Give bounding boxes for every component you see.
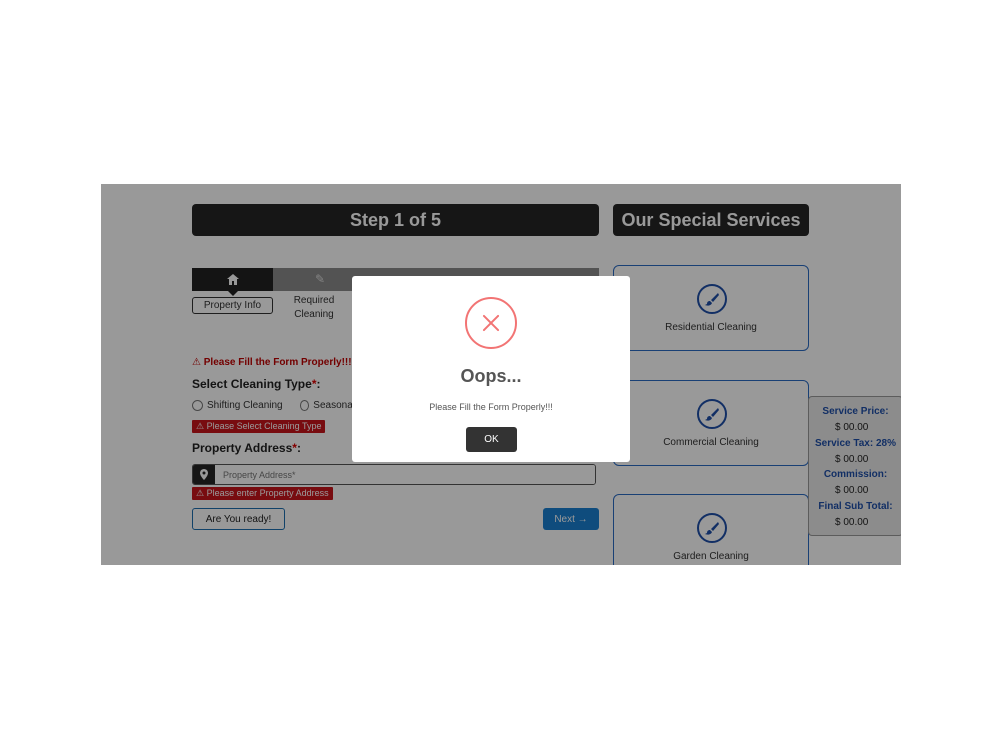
dialog-message: Please Fill the Form Properly!!!: [429, 402, 553, 412]
dialog-title: Oops...: [460, 366, 522, 386]
error-dialog: Oops... Please Fill the Form Properly!!!…: [352, 276, 630, 462]
ok-button[interactable]: OK: [466, 427, 517, 452]
error-x-icon: [465, 297, 517, 349]
browser-viewport: Step 1 of 5 Our Special Services ✎ Prope…: [101, 184, 901, 565]
